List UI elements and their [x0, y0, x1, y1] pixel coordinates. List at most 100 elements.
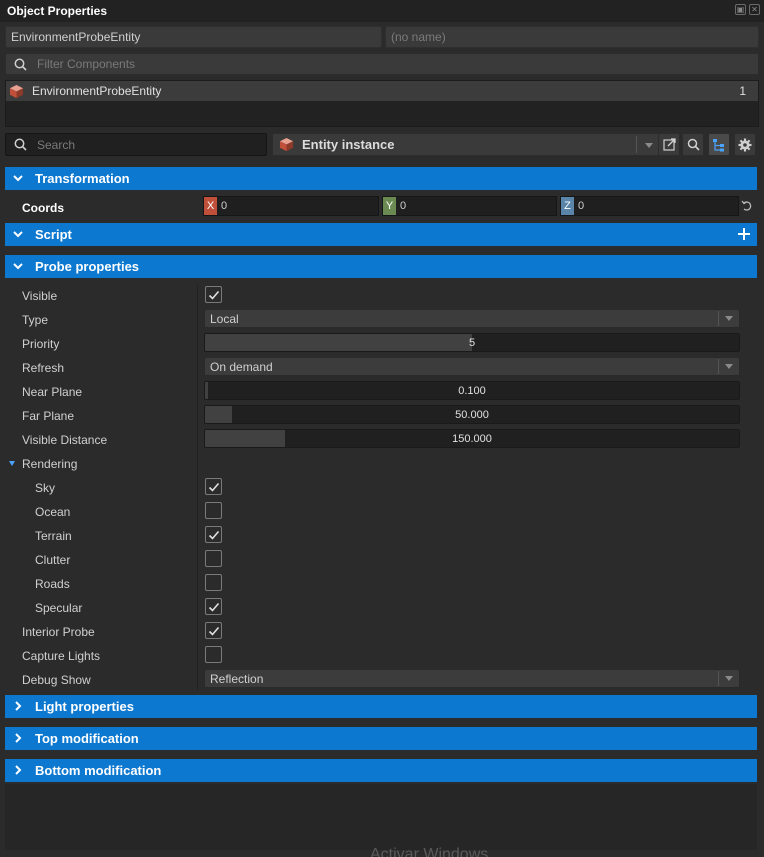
specular-label: Specular [35, 601, 83, 615]
specular-checkbox[interactable] [205, 598, 222, 615]
component-toolbar: Search Entity instance [5, 133, 759, 156]
chevron-down-icon [725, 364, 733, 369]
section-script[interactable]: Script [5, 223, 757, 246]
chevron-down-icon [725, 316, 733, 321]
far-plane-value: 50.000 [455, 408, 489, 421]
list-item-count: 1 [739, 84, 746, 98]
ocean-label: Ocean [35, 505, 71, 519]
plus-icon[interactable] [736, 226, 752, 242]
search-icon [14, 58, 27, 71]
window-titlebar: Object Properties ▣ ✕ [0, 0, 764, 22]
sky-label: Sky [35, 481, 56, 495]
settings-button[interactable] [734, 133, 756, 156]
chevron-right-icon [15, 733, 22, 743]
ocean-checkbox[interactable] [205, 502, 222, 519]
chevron-down-icon [13, 263, 23, 270]
entity-cube-icon [9, 84, 24, 98]
coord-y-input[interactable]: Y 0 [382, 196, 557, 216]
os-watermark: Activar Windows [370, 846, 489, 857]
debug-show-label: Debug Show [22, 673, 91, 687]
section-probe-properties[interactable]: Probe properties [5, 255, 757, 278]
list-item[interactable]: EnvironmentProbeEntity 1 [6, 81, 758, 101]
coords-label: Coords [22, 201, 64, 215]
roads-label: Roads [35, 577, 70, 591]
type-label: Type [22, 313, 49, 327]
terrain-label: Terrain [35, 529, 72, 543]
interior-probe-checkbox[interactable] [205, 622, 222, 639]
coord-x-value: 0 [221, 200, 228, 212]
rendering-group-label[interactable]: Rendering [22, 457, 77, 471]
gear-icon [738, 138, 752, 151]
priority-label: Priority [22, 337, 60, 351]
near-plane-label: Near Plane [22, 385, 83, 399]
clutter-checkbox[interactable] [205, 550, 222, 567]
interior-probe-label: Interior Probe [22, 625, 95, 639]
x-axis-badge: X [204, 197, 217, 215]
section-transformation[interactable]: Transformation [5, 167, 757, 190]
coord-z-value: 0 [578, 200, 585, 212]
chevron-down-icon [13, 231, 23, 238]
terrain-checkbox[interactable] [205, 526, 222, 543]
entity-instance-label: Entity instance [302, 137, 395, 152]
entity-instance-dropdown[interactable]: Entity instance [272, 133, 660, 156]
sky-checkbox[interactable] [205, 478, 222, 495]
refresh-label: Refresh [22, 361, 65, 375]
capture-lights-checkbox[interactable] [205, 646, 222, 663]
hierarchy-button[interactable] [708, 133, 730, 156]
section-title: Top modification [35, 731, 139, 746]
column-divider[interactable] [197, 285, 198, 690]
visible-distance-label: Visible Distance [22, 433, 108, 447]
window-title: Object Properties [7, 4, 108, 18]
close-icon[interactable]: ✕ [749, 4, 760, 15]
checkmark-icon [208, 290, 219, 300]
find-button[interactable] [682, 133, 704, 156]
type-value: Local [210, 311, 239, 326]
refresh-value: On demand [210, 359, 273, 374]
roads-checkbox[interactable] [205, 574, 222, 591]
external-link-icon [662, 138, 676, 151]
open-external-button[interactable] [658, 133, 680, 156]
entity-name-field[interactable]: (no name) [385, 26, 759, 48]
chevron-down-icon [725, 676, 733, 681]
entity-class-field[interactable]: EnvironmentProbeEntity [5, 26, 382, 48]
coord-x-input[interactable]: X 0 [203, 196, 379, 216]
section-title: Transformation [35, 171, 130, 186]
visible-distance-slider[interactable]: 150.000 [204, 429, 740, 448]
entity-cube-icon [279, 137, 294, 152]
near-plane-slider[interactable]: 0.100 [204, 381, 740, 400]
refresh-select[interactable]: On demand [204, 357, 740, 376]
checkmark-icon [208, 530, 219, 540]
checkmark-icon [208, 626, 219, 636]
priority-slider[interactable]: 5 [204, 333, 740, 352]
debug-show-value: Reflection [210, 671, 264, 686]
empty-panel-area [5, 784, 757, 850]
list-item-label: EnvironmentProbeEntity [32, 84, 162, 98]
capture-lights-label: Capture Lights [22, 649, 101, 663]
filter-components-input[interactable]: Filter Components [5, 53, 759, 75]
far-plane-label: Far Plane [22, 409, 75, 423]
float-icon[interactable]: ▣ [735, 4, 746, 15]
checkmark-icon [208, 482, 219, 492]
section-title: Bottom modification [35, 763, 162, 778]
visible-checkbox[interactable] [205, 286, 222, 303]
tree-expand-icon[interactable] [9, 461, 15, 466]
hierarchy-icon [713, 138, 724, 151]
type-select[interactable]: Local [204, 309, 740, 328]
section-title: Probe properties [35, 259, 140, 274]
section-title: Light properties [35, 699, 134, 714]
visible-label: Visible [22, 289, 58, 303]
reset-icon[interactable] [741, 200, 753, 212]
section-bottom-modification[interactable]: Bottom modification [5, 759, 757, 782]
far-plane-slider[interactable]: 50.000 [204, 405, 740, 424]
entity-list: EnvironmentProbeEntity 1 [5, 80, 759, 127]
debug-show-select[interactable]: Reflection [204, 669, 740, 688]
search-icon [687, 138, 700, 151]
coord-y-value: 0 [400, 200, 407, 212]
section-light-properties[interactable]: Light properties [5, 695, 757, 718]
search-input[interactable]: Search [5, 133, 267, 156]
coord-z-input[interactable]: Z 0 [560, 196, 739, 216]
near-plane-value: 0.100 [458, 384, 486, 397]
section-title: Script [35, 227, 72, 242]
section-top-modification[interactable]: Top modification [5, 727, 757, 750]
search-placeholder: Search [37, 137, 76, 152]
